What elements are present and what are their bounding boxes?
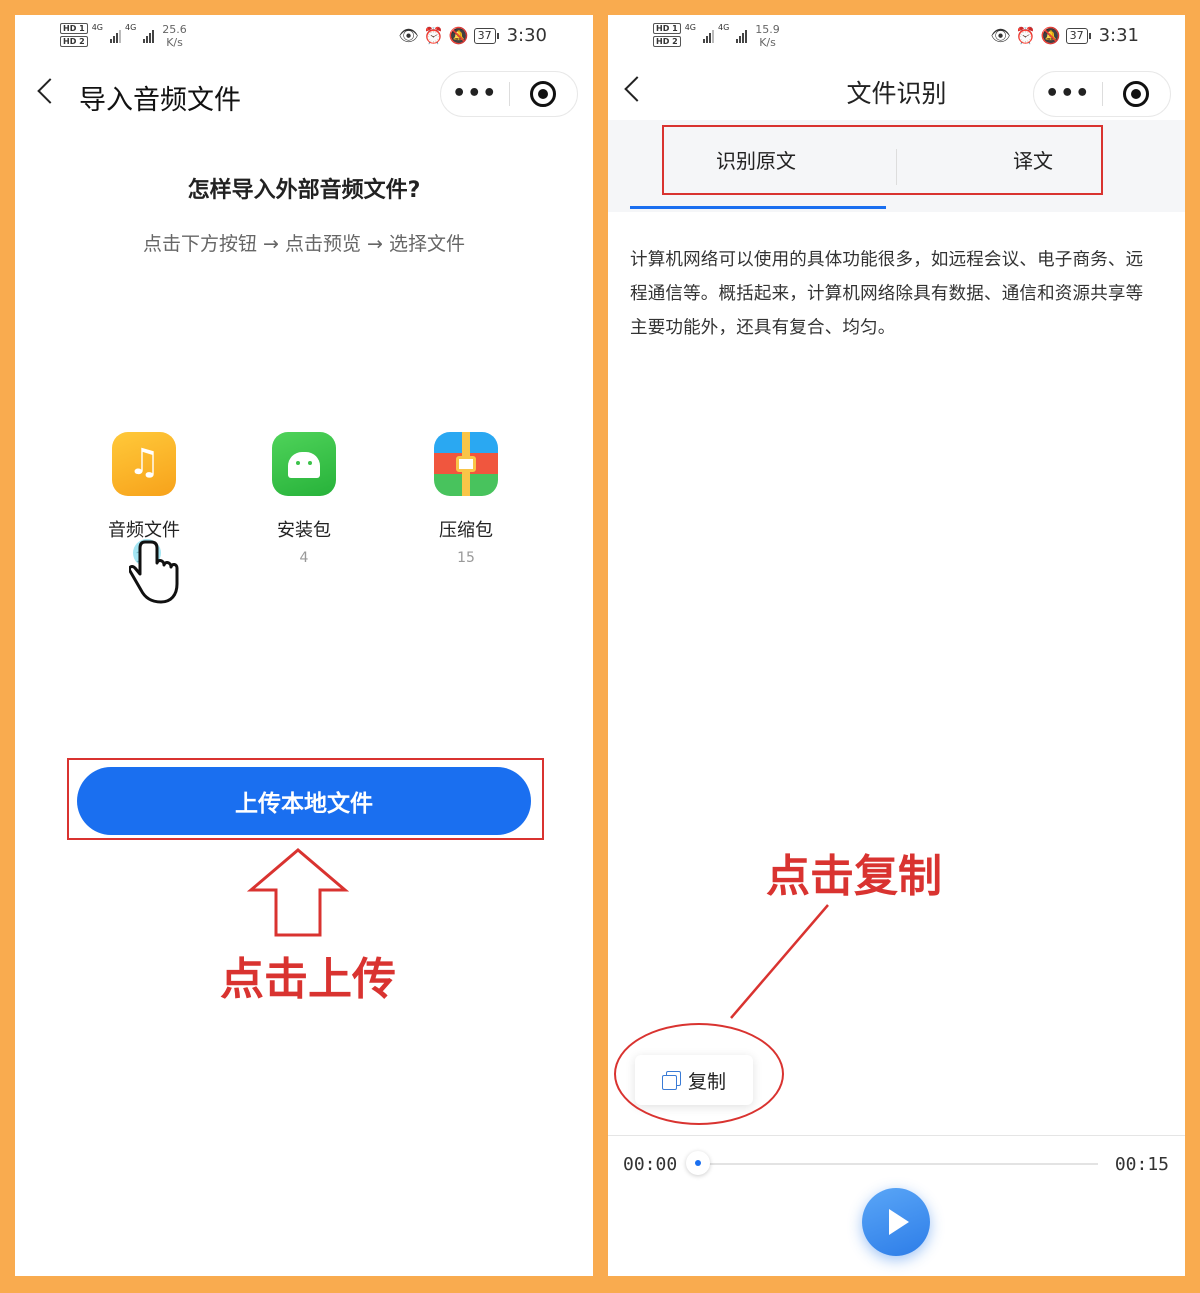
hd-badge: HD 2 — [60, 36, 88, 47]
up-arrow-icon — [247, 848, 349, 937]
recognized-text: 计算机网络可以使用的具体功能很多，如远程会议、电子商务、远程通信等。概括起来，计… — [630, 250, 1144, 338]
tabs-highlight-box — [662, 125, 1103, 195]
import-question: 怎样导入外部音频文件? — [187, 178, 421, 203]
eye-icon: 👁 — [398, 26, 419, 45]
eye-icon: 👁 — [990, 26, 1011, 45]
more-options-button[interactable]: ••• — [441, 72, 509, 116]
signal-icon — [143, 23, 155, 43]
right-phone-screen: HD 1 HD 2 4G 4G 15.9 K/s 👁 ⏰ 🔕 37 3:31 文… — [608, 15, 1185, 1276]
file-type-apk[interactable]: 安装包 4 — [239, 432, 369, 566]
target-circle-icon — [1123, 81, 1150, 107]
network-label: 4G — [91, 23, 103, 32]
android-icon — [272, 432, 336, 496]
signal-icon — [736, 23, 748, 43]
music-note-icon: ♫ — [112, 432, 176, 496]
mute-bell-icon: 🔕 — [448, 26, 469, 45]
status-bar: HD 1 HD 2 4G 4G 25.6 K/s 👁 ⏰ 🔕 37 3:30 — [15, 15, 593, 63]
status-left: HD 1 HD 2 4G 4G 25.6 K/s — [60, 23, 187, 49]
status-bar: HD 1 HD 2 4G 4G 15.9 K/s 👁 ⏰ 🔕 37 3:31 — [608, 15, 1185, 63]
nav-bar: 导入音频文件 ••• — [15, 70, 593, 120]
current-time: 00:00 — [623, 1154, 678, 1175]
status-left: HD 1 HD 2 4G 4G 15.9 K/s — [653, 23, 780, 49]
file-type-label: 音频文件 — [108, 520, 180, 541]
status-right: 👁 ⏰ 🔕 37 3:31 — [990, 25, 1139, 46]
import-steps: 点击下方按钮 → 点击预览 → 选择文件 — [143, 233, 465, 255]
signal-icon — [702, 23, 714, 43]
target-circle-icon — [530, 81, 557, 107]
status-time: 3:31 — [1098, 25, 1139, 46]
archive-icon — [434, 432, 498, 496]
mini-program-capsule: ••• — [440, 71, 578, 117]
total-time: 00:15 — [1114, 1154, 1169, 1175]
network-label: 4G — [124, 23, 137, 32]
more-options-button[interactable]: ••• — [1034, 72, 1102, 116]
audio-player: 00:00 00:15 — [608, 1135, 1185, 1276]
file-type-count: 14 — [135, 550, 153, 566]
progress-track[interactable] — [693, 1163, 1098, 1165]
page-title: 导入音频文件 — [79, 85, 241, 116]
annotation-pointer-line — [730, 904, 829, 1019]
file-type-count: 4 — [299, 550, 309, 566]
network-label: 4G — [717, 23, 730, 32]
file-type-archive[interactable]: 压缩包 15 — [401, 432, 531, 566]
close-mini-program-button[interactable] — [510, 81, 578, 107]
active-tab-indicator — [630, 206, 886, 209]
file-type-label: 安装包 — [277, 520, 331, 541]
back-chevron-icon[interactable] — [37, 78, 63, 104]
battery-icon: 37 — [473, 27, 499, 44]
file-type-count: 15 — [457, 550, 475, 566]
hd-badge: HD 2 — [653, 36, 681, 47]
status-time: 3:30 — [506, 25, 547, 46]
file-type-label: 压缩包 — [439, 520, 493, 541]
annotation-click-copy: 点击复制 — [766, 851, 942, 902]
mute-bell-icon: 🔕 — [1040, 26, 1061, 45]
file-type-audio[interactable]: ♫ 音频文件 14 — [79, 432, 209, 566]
mini-program-capsule: ••• — [1033, 71, 1171, 117]
network-speed: 25.6 K/s — [162, 23, 187, 49]
play-button[interactable] — [862, 1188, 930, 1256]
annotation-click-upload: 点击上传 — [220, 954, 396, 1005]
close-mini-program-button[interactable] — [1103, 81, 1171, 107]
hd-badge: HD 1 — [60, 23, 88, 34]
signal-icon — [109, 23, 121, 43]
nav-bar: 文件识别 ••• — [608, 70, 1185, 120]
status-right: 👁 ⏰ 🔕 37 3:30 — [398, 25, 547, 46]
copy-highlight-ellipse — [614, 1023, 784, 1125]
hd-badge: HD 1 — [653, 23, 681, 34]
alarm-icon: ⏰ — [1015, 26, 1036, 45]
left-phone-screen: HD 1 HD 2 4G 4G 25.6 K/s 👁 ⏰ 🔕 37 3:30 导… — [15, 15, 593, 1276]
alarm-icon: ⏰ — [423, 26, 444, 45]
network-label: 4G — [684, 23, 696, 32]
battery-icon: 37 — [1065, 27, 1091, 44]
upload-local-file-button[interactable]: 上传本地文件 — [77, 767, 531, 835]
progress-thumb[interactable] — [686, 1151, 710, 1175]
network-speed: 15.9 K/s — [755, 23, 780, 49]
